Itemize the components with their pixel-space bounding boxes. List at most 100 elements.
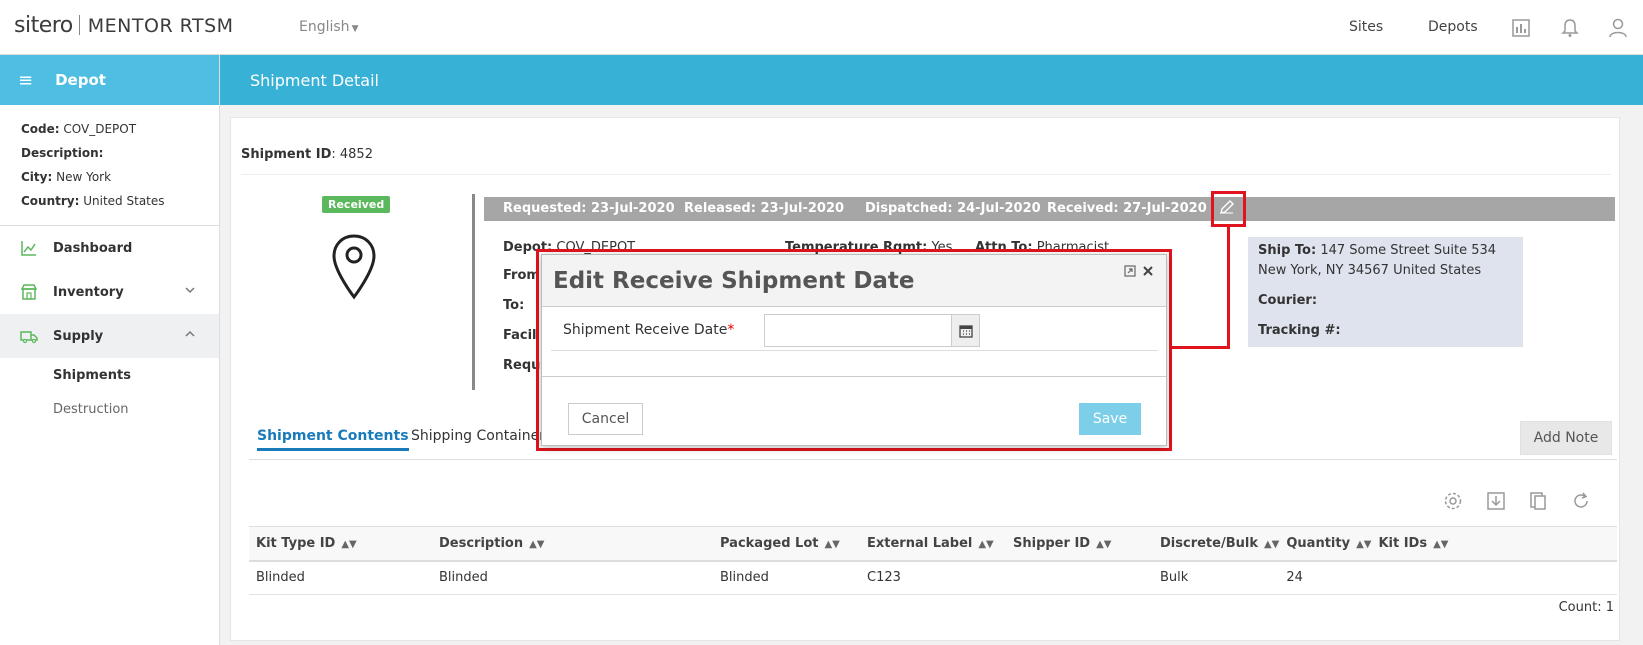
expand-icon[interactable] <box>1124 265 1136 277</box>
calendar-button[interactable] <box>952 314 980 347</box>
language-selector[interactable]: English ▼ <box>299 19 358 35</box>
line-chart-icon <box>21 241 36 256</box>
caret-down-icon: ▼ <box>351 24 359 34</box>
modal-header: Edit Receive Shipment Date <box>542 255 1166 307</box>
column-header[interactable]: Packaged Lot ▲▼ <box>713 526 860 562</box>
released-date: Released: 23-Jul-2020 <box>684 201 845 216</box>
close-icon[interactable] <box>1142 265 1154 277</box>
facility-field: Facil <box>503 328 537 343</box>
table-header-row: Kit Type ID ▲▼ Description ▲▼ Packaged Lot… <box>249 526 1617 562</box>
truck-icon <box>20 331 38 344</box>
column-header-label: Quantity <box>1286 535 1351 551</box>
table-cell: C123 <box>860 560 1006 595</box>
courier-label: Courier: <box>1258 293 1318 308</box>
sort-icon: ▲▼ <box>1096 538 1112 550</box>
sidebar-item-dashboard[interactable]: Dashboard <box>0 226 219 270</box>
nav-depots-link[interactable]: Depots <box>1428 19 1478 35</box>
shipment-dates-bar: Requested: 23-Jul-2020 Released: 23-Jul-… <box>484 197 1615 221</box>
shipment-id-row: Shipment ID: 4852 <box>241 135 1611 175</box>
tab-shipment-contents[interactable]: Shipment Contents <box>257 428 409 451</box>
bell-icon[interactable] <box>1559 17 1581 39</box>
modal-title: Edit Receive Shipment Date <box>553 267 915 294</box>
hamburger-menu-icon[interactable]: ≡ <box>18 70 33 91</box>
column-header[interactable]: Kit IDs ▲▼ <box>1371 526 1617 562</box>
from-label: From <box>503 268 540 283</box>
calendar-icon <box>958 324 973 338</box>
reports-icon[interactable] <box>1510 17 1532 39</box>
from-field: From <box>503 268 540 283</box>
column-header[interactable]: Description ▲▼ <box>432 526 713 562</box>
map-pin-icon <box>332 234 376 300</box>
store-icon <box>20 284 38 300</box>
edit-highlight-box <box>1211 191 1246 227</box>
ship-to-panel: Ship To: 147 Some Street Suite 534 New Yo… <box>1248 237 1523 347</box>
user-icon[interactable] <box>1607 17 1629 39</box>
brand-name: sitero <box>14 13 73 38</box>
column-header[interactable]: Kit Type ID ▲▼ <box>249 526 432 562</box>
ship-to-line2: New York, NY 34567 United States <box>1258 263 1482 278</box>
column-header[interactable]: External Label ▲▼ <box>860 526 1006 562</box>
sort-icon: ▲▼ <box>1356 538 1372 550</box>
settings-icon[interactable] <box>1442 490 1464 512</box>
table-cell: Blinded <box>432 560 713 595</box>
sidebar-item-supply[interactable]: Supply <box>0 314 219 358</box>
column-header-label: Discrete/Bulk <box>1160 535 1258 551</box>
column-header-label: Packaged Lot <box>720 535 819 551</box>
edit-receive-date-modal: Edit Receive Shipment Date Shipment Rece… <box>541 254 1167 446</box>
code-label: Code: <box>21 122 60 136</box>
chevron-up-icon <box>185 330 195 337</box>
dispatched-date: Dispatched: 24-Jul-2020 <box>865 201 1041 216</box>
table-row[interactable]: Blinded Blinded Blinded C123 Bulk 24 <box>249 560 1617 595</box>
sidebar-subitem-destruction[interactable]: Destruction <box>0 392 219 426</box>
column-header-label: Shipper ID <box>1013 535 1091 551</box>
modal-body: Shipment Receive Date* <box>542 307 1166 377</box>
app-logo[interactable]: sitero MENTOR RTSM <box>14 13 234 38</box>
sort-icon: ▲▼ <box>1263 538 1280 550</box>
copy-icon[interactable] <box>1527 490 1549 512</box>
country-value: United States <box>83 194 165 208</box>
description-label: Description: <box>21 146 104 160</box>
sidebar-title: Depot <box>55 71 106 89</box>
country-label: Country: <box>21 194 80 208</box>
page-title: Shipment Detail <box>250 70 379 90</box>
cancel-button[interactable]: Cancel <box>568 403 643 435</box>
download-icon[interactable] <box>1485 490 1507 512</box>
refresh-icon[interactable] <box>1570 490 1592 512</box>
top-bar: sitero MENTOR RTSM English ▼ Sites Depots <box>0 0 1643 55</box>
code-value: COV_DEPOT <box>63 122 137 136</box>
shipment-contents-table: Kit Type ID ▲▼ Description ▲▼ Packaged Lot… <box>249 526 1617 595</box>
column-header[interactable]: Quantity ▲▼ <box>1279 526 1372 562</box>
shipment-id-label: Shipment ID <box>241 147 332 162</box>
table-cell: 24 <box>1279 560 1372 595</box>
column-header[interactable]: Discrete/Bulk ▲▼ <box>1153 526 1280 562</box>
tracking-label: Tracking #: <box>1258 323 1341 338</box>
column-header[interactable]: Shipper ID ▲▼ <box>1006 526 1153 562</box>
receive-date-input[interactable] <box>764 314 952 347</box>
tab-shipping-containers[interactable]: Shipping Containers <box>411 428 552 444</box>
city-value: New York <box>56 170 112 184</box>
requested-date: Requested: 23-Jul-2020 <box>503 201 675 216</box>
add-note-button[interactable]: Add Note <box>1520 421 1612 455</box>
ship-to-label: Ship To: <box>1258 243 1317 258</box>
sidebar-item-label: Dashboard <box>53 240 133 256</box>
sidebar-item-inventory[interactable]: Inventory <box>0 270 219 314</box>
sidebar-item-label: Supply <box>53 328 104 344</box>
highlight-connector-horizontal <box>1169 346 1230 349</box>
sort-icon: ▲▼ <box>529 538 545 550</box>
column-header-label: Kit IDs <box>1378 535 1428 551</box>
nav-sites-link[interactable]: Sites <box>1349 19 1383 35</box>
save-button[interactable]: Save <box>1079 403 1141 435</box>
status-badge: Received <box>322 196 391 213</box>
table-cell <box>1006 560 1153 595</box>
sidebar-subitem-shipments[interactable]: Shipments <box>0 358 219 392</box>
requested-by-field: Requ <box>503 358 540 373</box>
sort-icon: ▲▼ <box>1433 538 1449 550</box>
table-cell <box>1371 560 1617 595</box>
table-cell: Blinded <box>713 560 860 595</box>
page-header: Shipment Detail <box>220 55 1643 105</box>
chevron-down-icon <box>185 287 195 294</box>
to-field: To: <box>503 298 524 313</box>
sidebar-item-label: Inventory <box>53 284 124 300</box>
ship-to-line1: 147 Some Street Suite 534 <box>1320 243 1497 258</box>
modal-divider <box>551 350 1158 351</box>
